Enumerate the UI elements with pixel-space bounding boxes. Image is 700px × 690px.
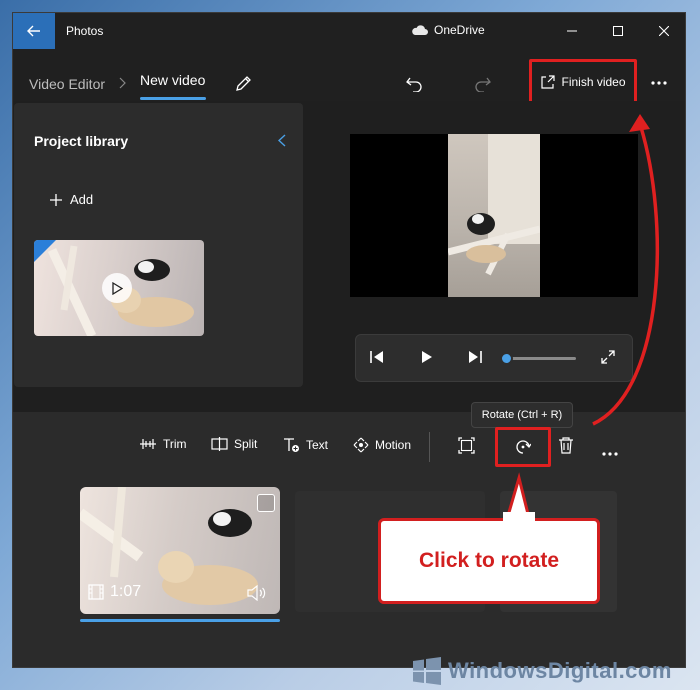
- windows-logo-icon: [413, 657, 441, 685]
- callout-pointer-cover: [503, 512, 535, 522]
- callout-text: Click to rotate: [418, 549, 560, 572]
- watermark: WindowsDigital.com: [412, 656, 672, 686]
- watermark-text: WindowsDigital.com: [448, 658, 672, 683]
- instruction-callout: Click to rotate: [378, 518, 600, 604]
